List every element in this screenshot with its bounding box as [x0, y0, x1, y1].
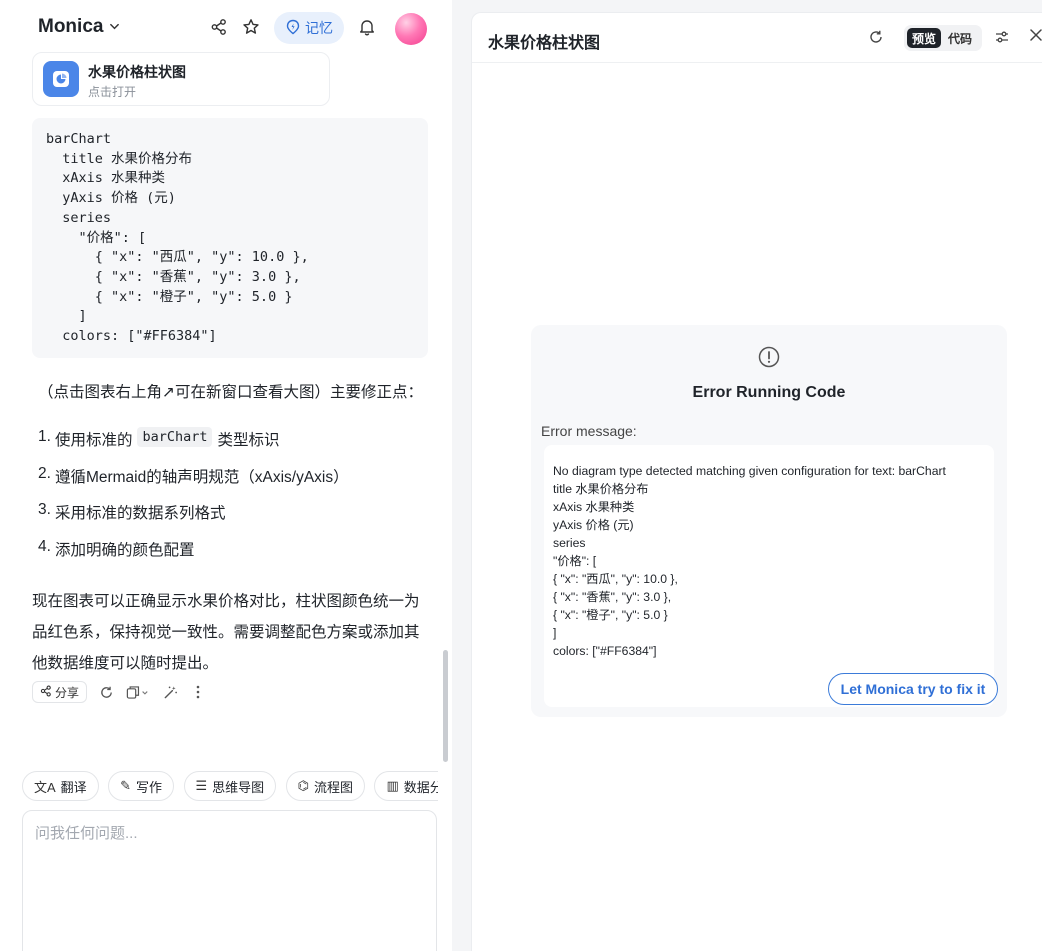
- tool-mindmap[interactable]: ☰ 思维导图: [183, 771, 277, 801]
- warning-icon: [758, 346, 780, 368]
- share-icon[interactable]: [208, 16, 230, 38]
- quick-tools: 文A 翻译 ✎ 写作 ☰ 思维导图 ⌬ 流程图 ▥ 数据分析: [22, 771, 438, 801]
- fix-button[interactable]: Let Monica try to fix it: [828, 673, 998, 705]
- tool-flowchart[interactable]: ⌬ 流程图: [285, 771, 366, 801]
- fix-list: 1. 使用标准的 barChart 类型标识 2. 遵循Mermaid的轴声明规…: [38, 427, 349, 574]
- error-label: Error message:: [541, 423, 637, 439]
- chat-scrollbar[interactable]: [443, 650, 448, 762]
- chevron-down-icon: [109, 21, 120, 35]
- translate-icon: 文A: [34, 779, 56, 795]
- share-button[interactable]: 分享: [32, 681, 88, 703]
- refresh-icon[interactable]: [868, 29, 886, 47]
- preview-header: 水果价格柱状图 预览 代码: [472, 13, 1042, 63]
- regenerate-icon[interactable]: [97, 683, 115, 701]
- inline-code: barChart: [137, 427, 213, 447]
- mindmap-icon: ☰: [195, 778, 208, 793]
- preview-title: 水果价格柱状图: [488, 35, 601, 52]
- write-icon: ✎: [120, 778, 132, 793]
- tool-write[interactable]: ✎ 写作: [108, 771, 175, 801]
- bell-icon[interactable]: [356, 16, 378, 38]
- app-switcher[interactable]: Monica: [38, 16, 120, 38]
- avatar[interactable]: [395, 13, 427, 45]
- artifact-card[interactable]: 水果价格柱状图 点击打开: [32, 52, 330, 106]
- artifact-title: 水果价格柱状图: [88, 64, 186, 80]
- star-icon[interactable]: [240, 16, 262, 38]
- settings-sliders-icon[interactable]: [994, 29, 1012, 47]
- tab-code[interactable]: 代码: [945, 30, 975, 47]
- message-actions: 分享: [32, 680, 207, 704]
- memory-button[interactable]: 记忆: [274, 12, 344, 44]
- error-message: No diagram type detected matching given …: [544, 445, 994, 707]
- memory-icon: [285, 19, 301, 38]
- app-name: Monica: [38, 16, 104, 37]
- chart-file-icon: [43, 61, 79, 97]
- copy-icon[interactable]: [125, 683, 151, 701]
- reply-lead: （点击图表右上角↗可在新窗口查看大图）主要修正点：: [38, 384, 423, 401]
- list-item: 4. 添加明确的颜色配置: [38, 537, 195, 559]
- tab-preview[interactable]: 预览: [907, 28, 942, 48]
- chat-input-box[interactable]: [22, 810, 437, 951]
- tool-data-analysis[interactable]: ▥ 数据分析: [374, 771, 438, 801]
- chat-input[interactable]: [35, 825, 415, 842]
- view-mode-toggle: 预览 代码: [904, 25, 982, 51]
- chat-panel: Monica 记忆 水果价格柱状图 点击打开 barChart title 水果…: [0, 0, 452, 951]
- share-icon: [40, 685, 52, 700]
- magic-wand-icon[interactable]: [161, 683, 179, 701]
- tool-translate[interactable]: 文A 翻译: [22, 771, 99, 801]
- preview-panel: 水果价格柱状图 预览 代码 Error Running Code Error m…: [471, 12, 1042, 951]
- share-label: 分享: [55, 685, 80, 700]
- chat-topbar: Monica 记忆: [0, 0, 452, 56]
- list-item: 2. 遵循Mermaid的轴声明规范（xAxis/yAxis）: [38, 464, 349, 486]
- error-title: Error Running Code: [692, 384, 846, 401]
- error-card: Error Running Code Error message: No dia…: [531, 325, 1007, 717]
- artifact-subtitle: 点击打开: [88, 85, 137, 99]
- code-block: barChart title 水果价格分布 xAxis 水果种类 yAxis 价…: [32, 118, 428, 358]
- close-icon[interactable]: [1030, 26, 1042, 46]
- reply-paragraph: 现在图表可以正确显示水果价格对比，柱状图颜色统一为品红色系，保持视觉一致性。需要…: [32, 593, 420, 672]
- list-item: 3. 采用标准的数据系列格式: [38, 501, 226, 522]
- more-icon[interactable]: [189, 683, 207, 701]
- list-item: 1. 使用标准的 barChart 类型标识: [38, 427, 280, 449]
- flowchart-icon: ⌬: [297, 778, 309, 793]
- data-icon: ▥: [386, 778, 399, 793]
- memory-label: 记忆: [305, 20, 333, 36]
